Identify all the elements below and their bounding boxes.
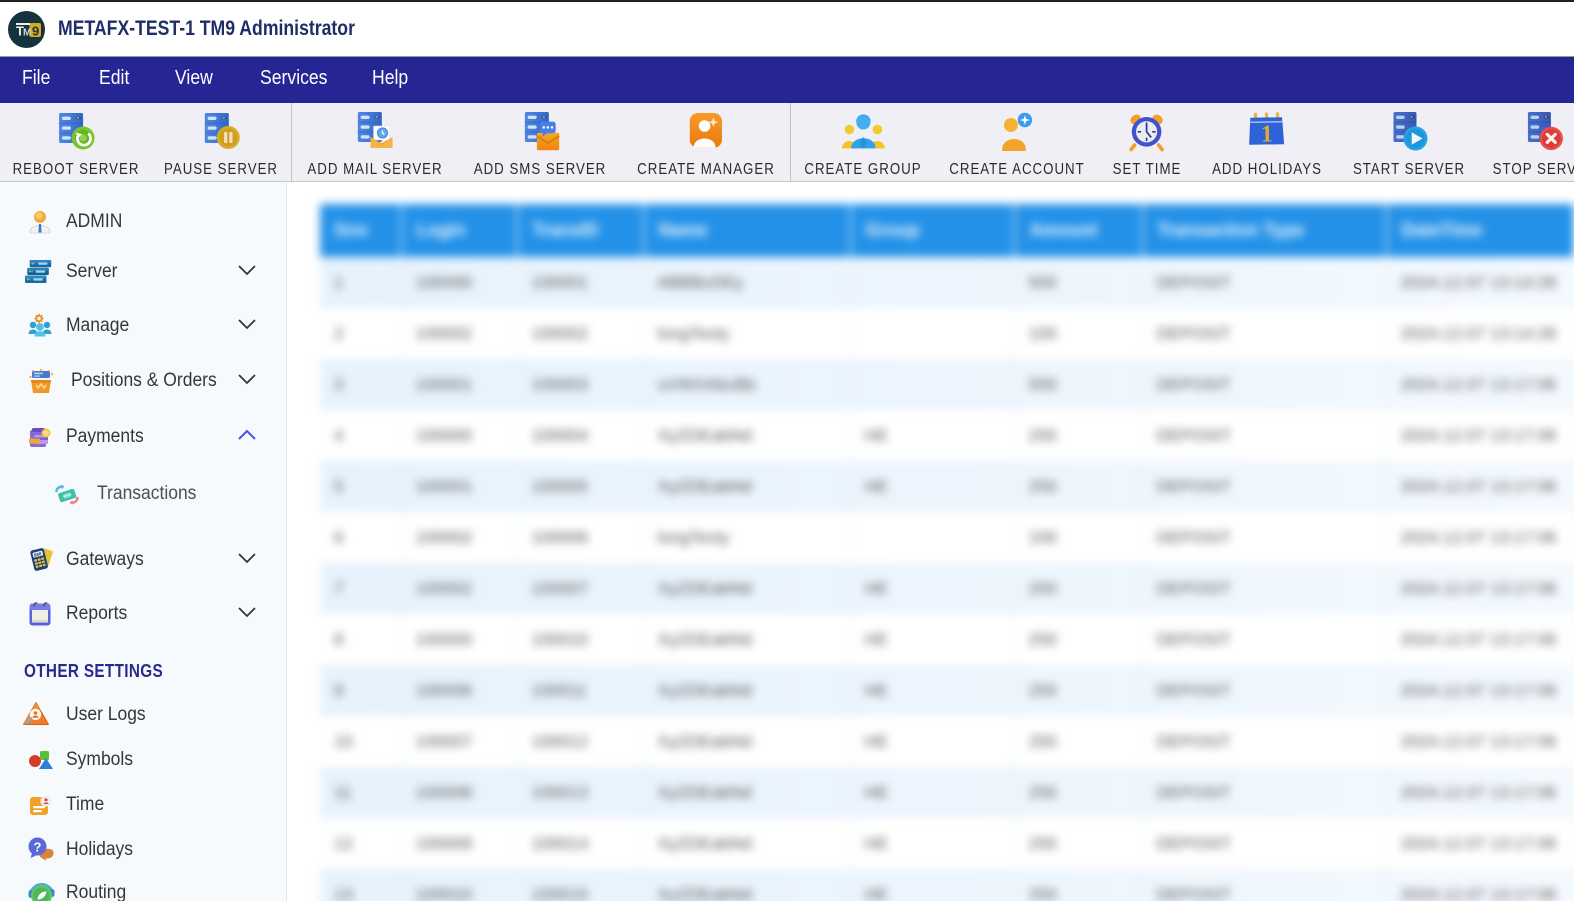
svg-text:?: ? (34, 840, 42, 855)
svg-text:1: 1 (1261, 121, 1273, 147)
svg-text:M: M (23, 28, 31, 39)
svg-text:9: 9 (32, 24, 39, 39)
